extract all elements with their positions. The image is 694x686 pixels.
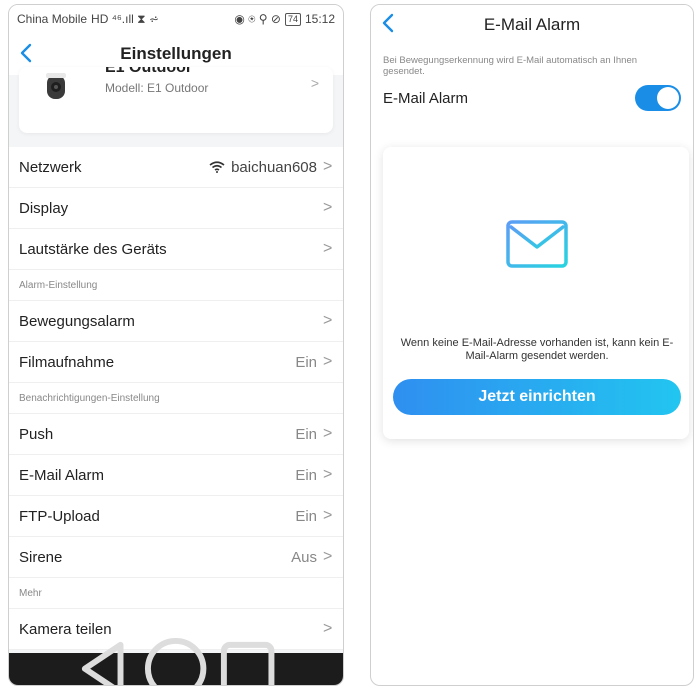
- row-label: Push: [19, 425, 54, 443]
- row-label: Lautstärke des Geräts: [19, 240, 167, 258]
- device-model: Modell: E1 Outdoor: [105, 81, 209, 95]
- section-header: Mehr: [9, 578, 343, 609]
- row-label: FTP-Upload: [19, 507, 100, 525]
- row-push[interactable]: Push Ein >: [9, 414, 343, 455]
- toggle-knob: [657, 87, 679, 109]
- row-bewegungsalarm[interactable]: Bewegungsalarm >: [9, 301, 343, 342]
- row-ftp-upload[interactable]: FTP-Upload Ein >: [9, 496, 343, 537]
- chevron-right-icon: >: [323, 620, 333, 637]
- row-value: baichuan608: [231, 158, 317, 176]
- email-alarm-toggle[interactable]: [635, 85, 681, 111]
- header: E-Mail Alarm: [371, 5, 693, 45]
- chevron-right-icon: >: [323, 425, 333, 442]
- row-label: Filmaufnahme: [19, 353, 115, 371]
- chevron-right-icon: >: [323, 312, 333, 329]
- clock: 15:12: [304, 12, 335, 26]
- email-alarm-setting: E-Mail Alarm: [371, 77, 693, 113]
- row-value: Aus: [291, 548, 317, 566]
- wifi-icon: [209, 161, 225, 173]
- section-header: Benachrichtigungen-Einstellung: [9, 383, 343, 414]
- battery-icon: 74: [284, 12, 301, 26]
- page-title: E-Mail Alarm: [483, 15, 581, 34]
- page-title: Einstellungen: [120, 44, 232, 63]
- row-filmaufnahme[interactable]: Filmaufnahme Ein >: [9, 342, 343, 383]
- device-name: E1 Outdoor: [105, 67, 193, 76]
- toggle-label: E-Mail Alarm: [383, 89, 469, 107]
- email-alarm-screen: E-Mail Alarm Bei Bewegungserkennung wird…: [370, 4, 694, 686]
- row-label: Sirene: [19, 548, 63, 566]
- status-icons: ◉ ⍟ ⚲ ⊘: [234, 11, 281, 26]
- email-setup-card: Wenn keine E-Mail-Adresse vorhanden ist,…: [383, 147, 689, 439]
- signal-indicators: HD ⁴⁶.ıll ⧗ ⩫: [91, 11, 159, 26]
- row-value: Ein: [295, 425, 317, 443]
- camera-icon: [46, 73, 66, 99]
- chevron-left-icon[interactable]: [15, 41, 39, 65]
- chevron-right-icon: >: [310, 75, 319, 91]
- setup-now-button[interactable]: Jetzt einrichten: [393, 379, 681, 415]
- chevron-right-icon: >: [323, 466, 333, 483]
- settings-list: Netzwerk baichuan608 > Display > Lautstä…: [9, 147, 343, 650]
- row-lautstaerke[interactable]: Lautstärke des Geräts >: [9, 229, 343, 270]
- row-netzwerk[interactable]: Netzwerk baichuan608 >: [9, 147, 343, 188]
- chevron-right-icon: >: [323, 507, 333, 524]
- system-navigation-bar: [9, 638, 343, 685]
- square-recent-icon[interactable]: [212, 633, 283, 686]
- row-value: Ein: [295, 507, 317, 525]
- circle-home-icon[interactable]: [140, 633, 211, 686]
- chevron-right-icon: >: [323, 199, 333, 216]
- row-email-alarm[interactable]: E-Mail Alarm Ein >: [9, 455, 343, 496]
- row-sirene[interactable]: Sirene Aus >: [9, 537, 343, 578]
- row-label: Display: [19, 199, 69, 217]
- mail-icon: [506, 220, 568, 268]
- settings-screen: China Mobile HD ⁴⁶.ıll ⧗ ⩫ ◉ ⍟ ⚲ ⊘ 74 15…: [8, 4, 344, 686]
- carrier-label: China Mobile: [17, 12, 88, 26]
- row-label: Netzwerk: [19, 158, 82, 176]
- status-bar: China Mobile HD ⁴⁶.ıll ⧗ ⩫ ◉ ⍟ ⚲ ⊘ 74 15…: [9, 5, 343, 33]
- no-email-message: Wenn keine E-Mail-Adresse vorhanden ist,…: [400, 337, 674, 362]
- chevron-left-icon[interactable]: [377, 11, 401, 35]
- row-label: Bewegungsalarm: [19, 312, 135, 330]
- chevron-right-icon: >: [323, 240, 333, 257]
- row-value: Ein: [295, 466, 317, 484]
- description-text: Bei Bewegungserkennung wird E-Mail autom…: [383, 55, 638, 77]
- device-card[interactable]: E1 Outdoor Modell: E1 Outdoor >: [19, 67, 333, 133]
- row-display[interactable]: Display >: [9, 188, 343, 229]
- section-header: Alarm-Einstellung: [9, 270, 343, 301]
- triangle-back-icon[interactable]: [69, 633, 140, 686]
- row-label: E-Mail Alarm: [19, 466, 105, 484]
- chevron-right-icon: >: [323, 353, 333, 370]
- chevron-right-icon: >: [323, 158, 333, 175]
- chevron-right-icon: >: [323, 548, 333, 565]
- row-value: Ein: [295, 353, 317, 371]
